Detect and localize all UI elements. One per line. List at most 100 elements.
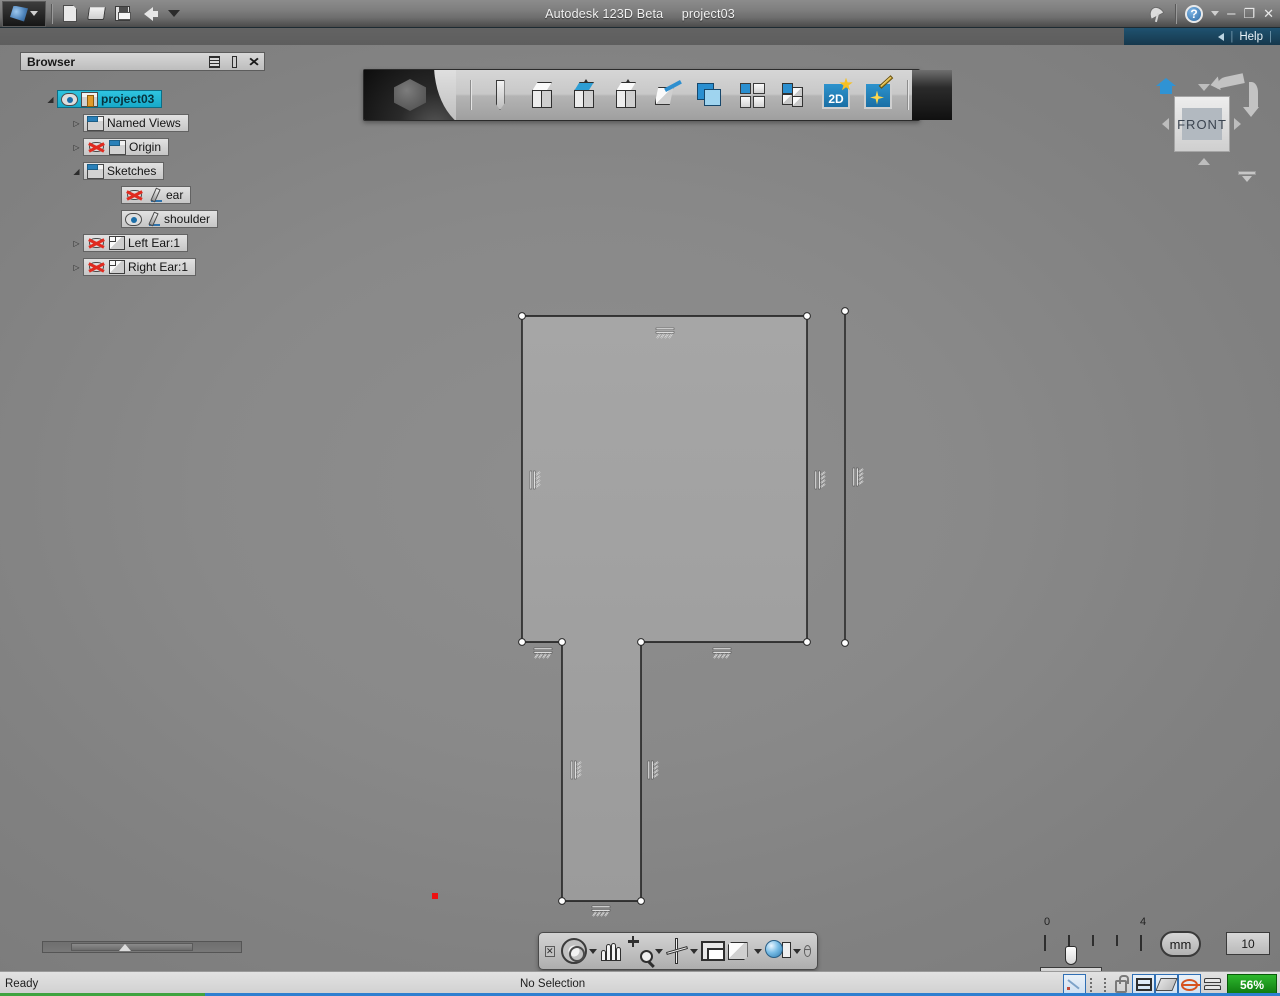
eye-off-icon[interactable] bbox=[125, 188, 144, 202]
help-icon[interactable]: ? bbox=[1183, 3, 1205, 25]
view-arrow-left-icon[interactable] bbox=[1162, 118, 1169, 130]
eye-off-icon[interactable] bbox=[87, 260, 106, 274]
modify-tool[interactable] bbox=[609, 78, 643, 112]
sketch-plane-toggle[interactable] bbox=[1155, 974, 1178, 995]
assembly-tool[interactable] bbox=[777, 78, 811, 112]
browser-close-icon[interactable]: ✕ bbox=[244, 53, 264, 70]
pan-tool[interactable] bbox=[600, 936, 624, 966]
orbit-tool[interactable] bbox=[665, 936, 698, 966]
browser-title: Browser bbox=[27, 54, 76, 69]
tree-item-label: Left Ear:1 bbox=[128, 236, 181, 250]
communication-center-icon[interactable] bbox=[1146, 3, 1168, 25]
tree-item-label: project03 bbox=[101, 92, 155, 106]
view-arrow-right-icon[interactable] bbox=[1234, 118, 1241, 130]
sketch-tool[interactable] bbox=[483, 78, 517, 112]
view-cube-face[interactable]: FRONT bbox=[1174, 96, 1230, 152]
tree-item-chip[interactable]: Origin bbox=[83, 138, 170, 156]
tree-item-chip[interactable]: Sketches bbox=[83, 162, 165, 180]
view-cube-face-label: FRONT bbox=[1177, 108, 1226, 140]
browser-filter-icon[interactable] bbox=[204, 53, 224, 70]
smart-tool[interactable] bbox=[861, 74, 895, 112]
snap-to-geometry-toggle[interactable] bbox=[1063, 974, 1086, 995]
scrollbar-thumb[interactable] bbox=[71, 943, 193, 951]
view-arrow-down-icon[interactable] bbox=[1198, 158, 1210, 165]
browser-handle-icon[interactable] bbox=[224, 53, 244, 70]
tree-item-named-views[interactable]: ▷ Named Views bbox=[70, 114, 189, 132]
tree-item-project03[interactable]: ◢ project03 bbox=[44, 90, 163, 108]
toolbar-separator bbox=[470, 80, 471, 110]
tree-item-chip[interactable]: Named Views bbox=[83, 114, 189, 132]
lock-toggle[interactable] bbox=[1109, 974, 1132, 995]
sketch-endpoints bbox=[518, 307, 849, 905]
scale-ruler[interactable] bbox=[1042, 935, 1157, 957]
tree-item-chip[interactable]: Right Ear:1 bbox=[83, 258, 197, 276]
menu-item-help[interactable]: Help bbox=[1239, 31, 1263, 43]
combine-squares-icon bbox=[697, 83, 723, 107]
status-text: Ready bbox=[5, 978, 39, 990]
toolbar-end-cap bbox=[912, 70, 952, 120]
rotate-clockwise-icon[interactable] bbox=[1242, 82, 1259, 117]
zoom-level-indicator[interactable]: 56% bbox=[1227, 974, 1277, 995]
appearance-tool[interactable] bbox=[764, 936, 801, 966]
model-canvas[interactable]: Browser ✕ ◢ project03 ▷ Named Views ▷ Origin ◢… bbox=[0, 45, 1280, 988]
orbit-constraint-toggle[interactable] bbox=[1178, 974, 1201, 995]
browser-panel[interactable]: Browser ✕ ◢ project03 ▷ Named Views ▷ Origin ◢… bbox=[20, 52, 265, 962]
tree-item-sketches[interactable]: ◢ Sketches bbox=[70, 162, 165, 180]
eye-icon[interactable] bbox=[125, 212, 142, 226]
view-arrow-up-icon[interactable] bbox=[1198, 84, 1210, 91]
zoom-tool[interactable] bbox=[627, 936, 663, 968]
expand-arrow-icon[interactable]: ▷ bbox=[70, 143, 83, 152]
expand-arrow-icon[interactable]: ▷ bbox=[70, 119, 83, 128]
scrollbar-grip-icon bbox=[119, 944, 131, 951]
eye-off-icon[interactable] bbox=[87, 140, 106, 154]
construct-tool[interactable] bbox=[567, 78, 601, 112]
collapse-ribbon-icon[interactable] bbox=[1218, 32, 1225, 41]
main-toolbar[interactable]: 2D bbox=[363, 69, 952, 121]
view-compass-icon[interactable] bbox=[1238, 171, 1256, 183]
tree-item-chip[interactable]: project03 bbox=[57, 90, 163, 108]
tree-item-origin[interactable]: ▷ Origin bbox=[70, 138, 170, 156]
navigation-bar[interactable]: ✕ − bbox=[538, 932, 818, 970]
menu-strip: | Help | bbox=[0, 28, 1280, 45]
display-style-tool[interactable] bbox=[727, 936, 762, 966]
eye-icon[interactable] bbox=[61, 92, 78, 106]
combine-tool[interactable] bbox=[693, 78, 727, 112]
tree-item-ear[interactable]: ear bbox=[108, 186, 192, 204]
look-at-tool[interactable] bbox=[700, 936, 725, 966]
chevron-down-icon[interactable] bbox=[753, 948, 762, 954]
dual-view-toggle[interactable] bbox=[1201, 974, 1224, 995]
chevron-down-icon[interactable] bbox=[689, 948, 698, 954]
pattern-tool[interactable] bbox=[651, 78, 685, 112]
grid-snap-toggle[interactable] bbox=[1132, 974, 1155, 995]
tree-item-shoulder[interactable]: shoulder bbox=[108, 210, 219, 228]
navbar-close-icon[interactable]: ✕ bbox=[545, 945, 555, 957]
tree-item-chip[interactable]: Left Ear:1 bbox=[83, 234, 189, 252]
eye-off-icon[interactable] bbox=[87, 236, 106, 250]
tree-item-chip[interactable]: shoulder bbox=[121, 210, 219, 228]
123d-cube-logo-icon[interactable] bbox=[364, 70, 456, 120]
expand-arrow-icon[interactable]: ▷ bbox=[70, 263, 83, 272]
tree-item-left-ear-1[interactable]: ▷ Left Ear:1 bbox=[70, 234, 189, 252]
rotate-counterclockwise-icon[interactable] bbox=[1215, 73, 1245, 89]
grid-size-box[interactable]: 10 bbox=[1226, 932, 1270, 955]
collapse-arrow-icon[interactable]: ◢ bbox=[44, 95, 57, 104]
navbar-minimize-icon[interactable]: − bbox=[803, 945, 812, 957]
collapse-arrow-icon[interactable]: ◢ bbox=[70, 167, 83, 176]
group-tool[interactable] bbox=[735, 78, 769, 112]
browser-tree[interactable]: ◢ project03 ▷ Named Views ▷ Origin ◢ Sketches ea… bbox=[20, 71, 265, 951]
unit-toggle-button[interactable]: mm bbox=[1160, 931, 1201, 957]
scale-slider-thumb[interactable] bbox=[1065, 946, 1077, 965]
expand-arrow-icon[interactable]: ▷ bbox=[70, 239, 83, 248]
steering-wheel-tool[interactable] bbox=[560, 936, 597, 966]
tree-item-chip[interactable]: ear bbox=[121, 186, 192, 204]
primitives-tool[interactable] bbox=[525, 78, 559, 112]
selection-bracket-toggle[interactable] bbox=[1086, 974, 1109, 995]
home-icon[interactable] bbox=[1156, 78, 1176, 94]
drawing-tool[interactable]: 2D bbox=[819, 77, 853, 112]
chevron-down-icon[interactable] bbox=[654, 948, 663, 954]
tree-item-right-ear-1[interactable]: ▷ Right Ear:1 bbox=[70, 258, 197, 276]
chevron-down-icon[interactable] bbox=[588, 948, 597, 954]
chevron-down-icon[interactable] bbox=[792, 948, 801, 954]
browser-horizontal-scrollbar[interactable] bbox=[42, 941, 242, 953]
view-cube[interactable]: FRONT bbox=[1142, 70, 1262, 185]
